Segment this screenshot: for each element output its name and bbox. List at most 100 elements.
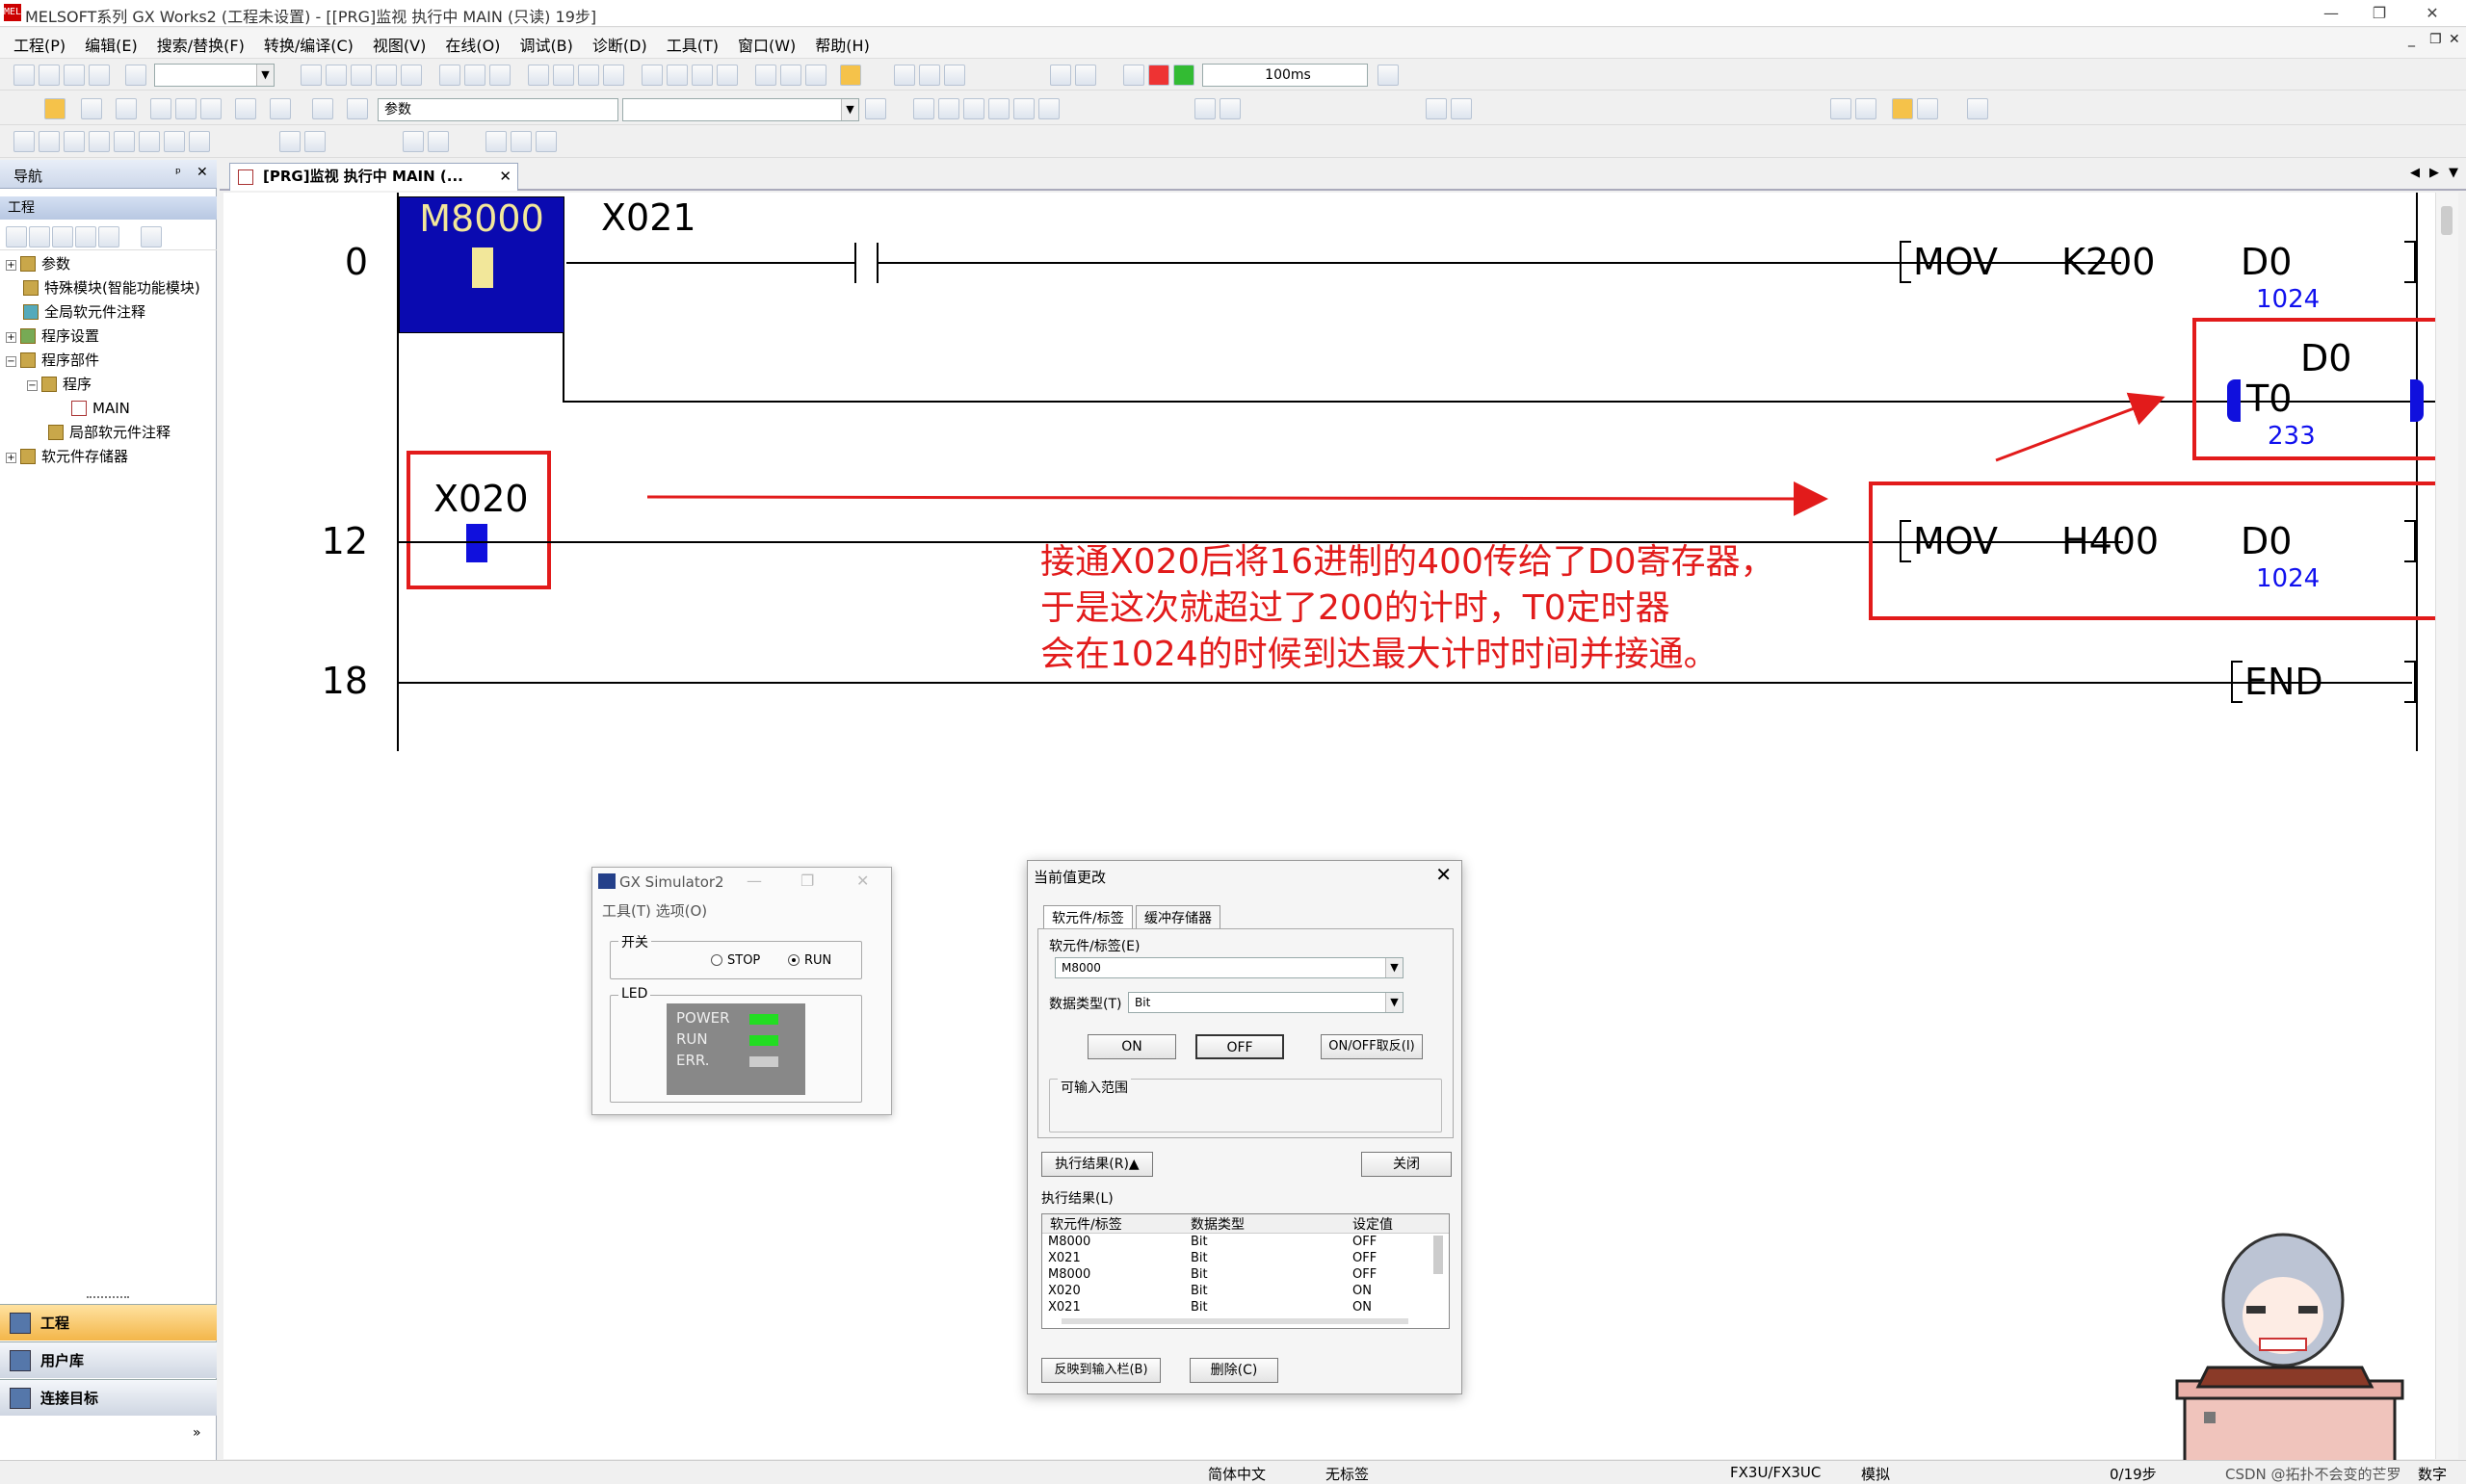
run-icon[interactable]	[1173, 65, 1194, 86]
mdi-minimize-button[interactable]: _	[2408, 32, 2415, 47]
caf5-icon[interactable]	[1426, 98, 1447, 119]
dev-icon[interactable]	[150, 98, 171, 119]
simulator-menu[interactable]: 工具(T) 选项(O)	[602, 900, 707, 921]
ladder-icon[interactable]	[44, 98, 66, 119]
scan-icon[interactable]	[1123, 65, 1144, 86]
menu-edit[interactable]: 编辑(E)	[85, 33, 138, 56]
toolbar-combo[interactable]: ▼	[154, 64, 275, 87]
nav-new-icon[interactable]	[6, 226, 27, 247]
zoom-icon[interactable]	[235, 98, 256, 119]
save-icon[interactable]	[64, 65, 85, 86]
new-file-icon[interactable]	[13, 65, 35, 86]
contact-icon[interactable]	[13, 131, 35, 152]
scroll-thumb[interactable]	[2441, 206, 2453, 235]
second-select[interactable]: ▼	[622, 98, 859, 121]
menu-view[interactable]: 视图(V)	[373, 33, 426, 56]
tree-item-program-setting[interactable]: + 程序设置	[6, 325, 99, 348]
write-mode-icon[interactable]	[780, 65, 801, 86]
write-plc-icon[interactable]	[439, 65, 460, 86]
tab-list-icon[interactable]: ▼	[2449, 166, 2458, 180]
minimize-button[interactable]: —	[2312, 2, 2350, 25]
nav-button-library[interactable]: 用户库	[0, 1341, 217, 1378]
search-highlight-icon[interactable]	[1892, 98, 1913, 119]
f7-coil-icon[interactable]	[963, 98, 984, 119]
mdi-restore-button[interactable]: ❐	[2429, 32, 2442, 47]
print-preview-icon[interactable]	[1917, 98, 1938, 119]
tab-scroll-right-icon[interactable]: ▶	[2429, 166, 2439, 180]
open-file-icon[interactable]	[39, 65, 60, 86]
scan-time-field[interactable]: 100ms	[1202, 64, 1368, 87]
tree-item-program[interactable]: − 程序	[27, 373, 92, 396]
f10-line-icon[interactable]	[1038, 98, 1060, 119]
menu-diagnostics[interactable]: 诊断(D)	[592, 33, 647, 56]
coil-icon[interactable]	[114, 131, 135, 152]
expand-icon[interactable]: +	[6, 453, 16, 463]
sim-close-button[interactable]: ✕	[856, 872, 869, 890]
tab-device-label[interactable]: 软元件/标签	[1043, 905, 1133, 928]
sim-restore-button[interactable]: ❐	[800, 872, 814, 890]
page-icon[interactable]	[865, 98, 886, 119]
nav-copy-icon[interactable]	[52, 226, 73, 247]
contact-parallel-icon[interactable]	[64, 131, 85, 152]
contact-nc-parallel-icon[interactable]	[89, 131, 110, 152]
nav-refresh-icon[interactable]	[98, 226, 119, 247]
collapse-icon[interactable]: −	[27, 380, 38, 391]
help-icon[interactable]	[125, 65, 146, 86]
simulation-icon[interactable]	[840, 65, 861, 86]
f5-contact-icon[interactable]	[913, 98, 934, 119]
tree-item-local-comment[interactable]: 局部软元件注释	[48, 421, 171, 444]
delete-button[interactable]: 删除(C)	[1190, 1358, 1278, 1383]
nav-property-icon[interactable]	[29, 226, 50, 247]
sim-minimize-button[interactable]: —	[747, 872, 762, 890]
reflect-button[interactable]: 反映到输入栏(B)	[1041, 1358, 1161, 1383]
falling-edge-icon[interactable]	[304, 131, 326, 152]
monitor-write-icon[interactable]	[578, 65, 599, 86]
tree-item-program-parts[interactable]: − 程序部件	[6, 349, 99, 372]
col-value[interactable]: 设定值	[1352, 1214, 1393, 1234]
magnifier-icon[interactable]	[1967, 98, 1988, 119]
splitter-handle[interactable]	[87, 1296, 129, 1300]
read-plc-icon[interactable]	[464, 65, 485, 86]
vline-icon[interactable]	[189, 131, 210, 152]
monitor-stop-icon[interactable]	[553, 65, 574, 86]
ladder-edit-icon[interactable]	[1830, 98, 1851, 119]
break-icon[interactable]	[1050, 65, 1071, 86]
tree-item-global-comment[interactable]: 全局软元件注释	[23, 300, 145, 324]
vertical-scrollbar[interactable]	[2435, 193, 2458, 1459]
param-select[interactable]: 参数	[378, 98, 618, 121]
close-tab-icon[interactable]: ✕	[499, 164, 512, 190]
tab-buffer-memory[interactable]: 缓冲存储器	[1136, 905, 1220, 928]
convert-all-icon[interactable]	[717, 65, 738, 86]
f6-contact-icon[interactable]	[938, 98, 959, 119]
dialog-close-icon[interactable]: ✕	[1435, 863, 1452, 886]
sf8-icon[interactable]	[1220, 98, 1241, 119]
tree-item-main[interactable]: MAIN	[71, 397, 130, 420]
step-out-icon[interactable]	[944, 65, 965, 86]
inv-icon[interactable]	[403, 131, 424, 152]
col-type[interactable]: 数据类型	[1191, 1214, 1245, 1234]
close-window-button[interactable]: ✕	[2413, 2, 2452, 25]
nav-button-project[interactable]: 工程	[0, 1304, 217, 1341]
collapse-icon[interactable]: −	[6, 356, 16, 367]
nav-tool-icon[interactable]	[141, 226, 162, 247]
menu-project[interactable]: 工程(P)	[13, 33, 66, 56]
tab-main-monitor[interactable]: [PRG]监视 执行中 MAIN (... ✕	[229, 163, 518, 191]
sf7-icon[interactable]	[1194, 98, 1216, 119]
chevron-more-icon[interactable]: »	[193, 1425, 201, 1441]
device-test-icon[interactable]	[667, 65, 688, 86]
execute-result-button[interactable]: 执行结果(R)▲	[1041, 1152, 1153, 1177]
info-icon[interactable]	[312, 98, 333, 119]
comment-icon[interactable]	[116, 98, 137, 119]
verify-plc-icon[interactable]	[489, 65, 511, 86]
mdi-close-button[interactable]: ✕	[2449, 32, 2460, 47]
end-instruction[interactable]: END	[2244, 661, 2323, 703]
contact-nc-icon[interactable]	[39, 131, 60, 152]
restore-button[interactable]: ❐	[2360, 2, 2399, 25]
list-scroll-thumb[interactable]	[1433, 1236, 1443, 1274]
print-icon[interactable]	[89, 65, 110, 86]
skip-icon[interactable]	[1075, 65, 1096, 86]
tree-item-device-memory[interactable]: + 软元件存储器	[6, 445, 128, 468]
dialog-close-button[interactable]: 关闭	[1361, 1152, 1452, 1177]
device-select[interactable]: M8000 ▼	[1055, 957, 1404, 978]
ladder-edit-2-icon[interactable]	[1855, 98, 1876, 119]
